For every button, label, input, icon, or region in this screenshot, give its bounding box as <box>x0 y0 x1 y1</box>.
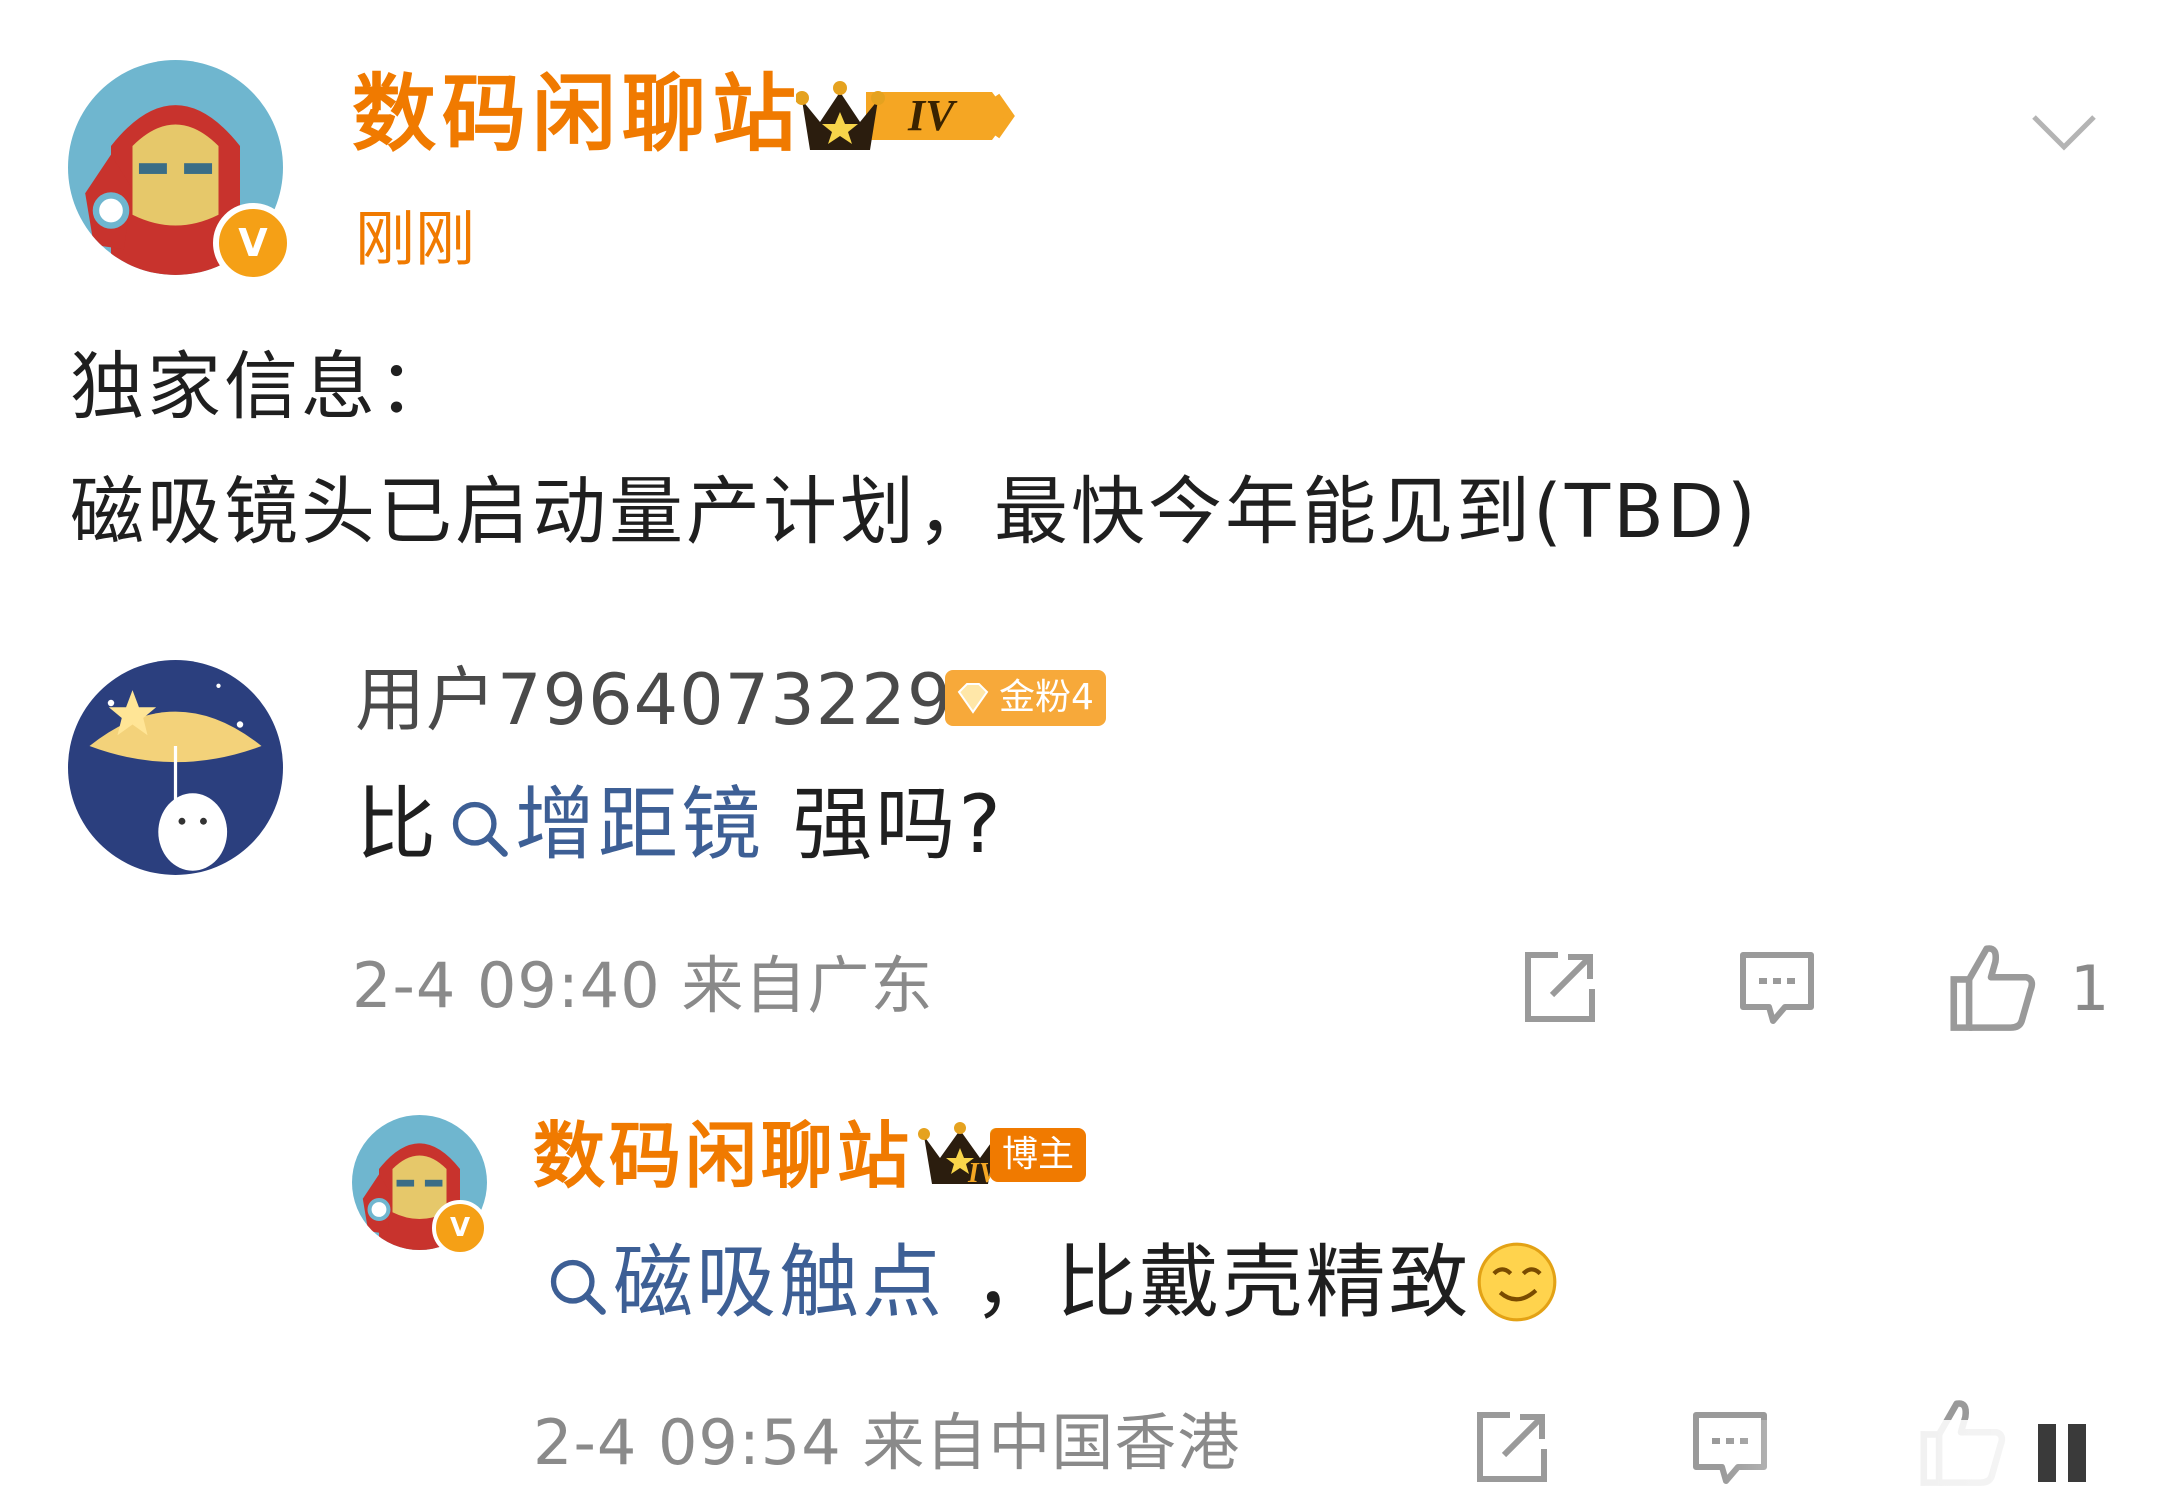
post-text-line-1: 独家信息： <box>70 344 455 430</box>
crown-icon <box>795 81 1015 150</box>
reply-share-icon[interactable] <box>1470 1405 1554 1493</box>
author-name[interactable]: 数码闲聊站 <box>352 72 802 156</box>
gem-icon <box>957 683 989 714</box>
smirk-emoji-icon <box>1478 1242 1557 1322</box>
like-count: 1 <box>2070 952 2110 1025</box>
share-icon[interactable] <box>1518 945 1602 1033</box>
post-text-line-2: 磁吸镜头已启动量产计划，最快今年能见到(TBD) <box>70 469 1759 555</box>
reply-topic-link[interactable]: 磁吸触点 <box>545 1236 945 1329</box>
verified-badge-icon: V <box>432 1200 488 1256</box>
comment-text: 比增距镜 强吗? <box>356 785 1004 865</box>
reply-topic-label: 磁吸触点 <box>613 1236 945 1329</box>
reply-text: 磁吸触点 ，比戴壳精致 <box>545 1240 1559 1324</box>
post-time: 刚刚 <box>355 205 475 275</box>
reply-text-after: ，比戴壳精致 <box>945 1236 1472 1329</box>
chevron-down-icon[interactable] <box>2030 95 2098 167</box>
fan-level-label: 金粉4 <box>999 677 1094 718</box>
topic-link-label: 增距镜 <box>515 778 764 871</box>
reply-author-name[interactable]: 数码闲聊站 <box>533 1120 913 1192</box>
level-text: IV <box>908 91 955 140</box>
reply-meta: 2-4 09:54 来自中国香港 <box>533 1406 1241 1479</box>
commenter-username[interactable]: 用户7964073229 <box>355 665 952 735</box>
comment-meta: 2-4 09:40 来自广东 <box>352 949 934 1022</box>
search-icon <box>452 801 508 857</box>
fan-level-badge: 金粉4 <box>945 670 1106 726</box>
verified-badge-icon: V <box>213 203 293 283</box>
comment-text-after: 强吗? <box>764 778 1004 871</box>
crown-level-badge[interactable]: IV <box>795 72 1016 160</box>
comment-text-before: 比 <box>356 778 439 871</box>
comment-icon[interactable] <box>1735 945 1819 1033</box>
commenter-avatar[interactable] <box>68 660 283 875</box>
search-icon <box>550 1259 606 1315</box>
like-icon[interactable] <box>1945 940 2037 1036</box>
host-badge: 博主 <box>990 1128 1087 1182</box>
pause-icon <box>2030 1418 2100 1492</box>
topic-link[interactable]: 增距镜 <box>439 778 764 871</box>
